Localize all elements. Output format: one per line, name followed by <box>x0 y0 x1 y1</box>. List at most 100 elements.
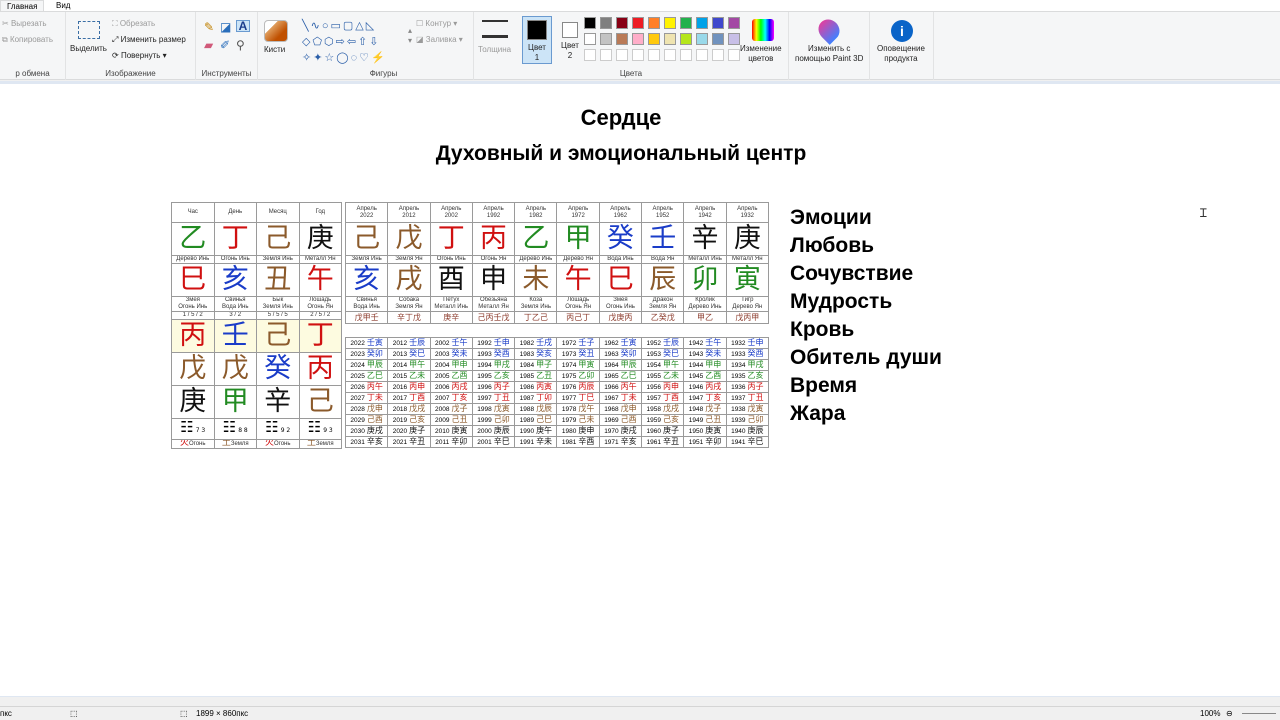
year-cycle-cell: 1988 戊辰 <box>514 403 558 415</box>
palette-swatch[interactable] <box>680 33 692 45</box>
palette-empty-swatch[interactable] <box>584 49 596 61</box>
palette-empty-swatch[interactable] <box>680 49 692 61</box>
month-label: Апрель <box>567 205 589 212</box>
palette-swatch[interactable] <box>664 17 676 29</box>
fill-label: Заливка <box>425 35 457 44</box>
select-button[interactable]: Выделить <box>70 44 107 54</box>
glyph-cell: 午 <box>556 263 600 297</box>
palette-swatch[interactable] <box>632 17 644 29</box>
fill-bucket-icon[interactable]: ◪ <box>220 21 231 33</box>
shapes-gallery[interactable]: ╲∿○▭▢△◺ ◇⬠⬡⇨⇦⇧⇩ ✧✦☆◯◌♡⚡ <box>302 18 406 66</box>
cycle-year: 2027 <box>350 395 365 402</box>
zoom-slider[interactable] <box>1242 713 1276 714</box>
year-cycle-cell: 2022 壬寅 <box>344 337 389 349</box>
year-cycle-cell: 2019 己亥 <box>387 414 431 426</box>
glyph-cell: 乙 <box>514 222 558 256</box>
product-alert-button[interactable]: Оповещение продукта <box>877 44 925 64</box>
year-cycle-cell: 1936 丙子 <box>725 381 769 393</box>
element-name: Огонь <box>274 441 291 447</box>
cycle-pillar: 辛丑 <box>409 437 426 447</box>
drawing-canvas[interactable]: Сердце Духовный и эмоциональный центр Ча… <box>0 84 1280 696</box>
cycle-year: 1980 <box>561 428 577 435</box>
palette-swatch[interactable] <box>632 33 644 45</box>
trigram-numbers: 7 3 <box>195 427 206 434</box>
natal-chart: Час День Месяц Год 乙丁己庚 Дерево Инь Огонь Инь Зе… <box>171 202 342 449</box>
color2-swatch <box>562 22 578 38</box>
chart-cell: Земля Ян <box>387 255 431 264</box>
palette-swatch[interactable] <box>648 33 660 45</box>
size-button[interactable]: Толщина <box>478 45 511 55</box>
eraser-icon[interactable]: ▰ <box>204 39 213 51</box>
color-picker-icon[interactable]: ✐ <box>220 39 230 51</box>
text-tool-icon[interactable]: A <box>236 20 250 32</box>
palette-swatch[interactable] <box>728 33 740 45</box>
palette-empty-swatch[interactable] <box>632 49 644 61</box>
palette-swatch[interactable] <box>584 33 596 45</box>
branch-animal: Петух <box>443 297 460 304</box>
paint3d-button[interactable]: Изменить с помощью Paint 3D <box>795 44 863 64</box>
shapes-scroll[interactable]: ▴ ▾ <box>408 26 412 46</box>
tab-home[interactable]: Главная <box>0 0 45 11</box>
trigram-cell: ☷ 7 3 <box>171 418 215 440</box>
palette-empty-swatch[interactable] <box>600 49 612 61</box>
palette-empty-swatch[interactable] <box>728 49 740 61</box>
palette-swatch[interactable] <box>584 17 596 29</box>
cycle-year: 1998 <box>477 406 492 413</box>
palette-swatch[interactable] <box>696 33 708 45</box>
cycle-pillar: 乙巳 <box>366 371 383 381</box>
cycle-pillar: 乙卯 <box>578 371 595 381</box>
year-cycle-cell: 1997 丁丑 <box>471 392 516 404</box>
cycle-pillar: 丁丑 <box>493 393 510 403</box>
color2-selector[interactable]: Цвет 2 <box>556 16 584 64</box>
palette-swatch[interactable] <box>616 17 628 29</box>
palette-swatch[interactable] <box>648 17 660 29</box>
palette-empty-swatch[interactable] <box>696 49 708 61</box>
palette-empty-swatch[interactable] <box>616 49 628 61</box>
palette-empty-swatch[interactable] <box>712 49 724 61</box>
palette-swatch[interactable] <box>616 33 628 45</box>
outline-button[interactable]: ☐ Контур ▾ <box>416 19 457 29</box>
cycle-pillar: 丙辰 <box>578 382 595 392</box>
zoom-out-button[interactable]: ⊖ <box>1226 709 1233 718</box>
cycle-year: 1960 <box>646 428 661 435</box>
element-name: Земля <box>230 441 249 447</box>
palette-empty-swatch[interactable] <box>664 49 676 61</box>
outline-label: Контур <box>425 19 452 28</box>
palette-swatch[interactable] <box>664 33 676 45</box>
chart-cell: 戊庚丙 <box>598 311 643 324</box>
palette-swatch[interactable] <box>680 17 692 29</box>
cycle-year: 1942 <box>688 340 704 347</box>
cycle-year: 1984 <box>519 362 535 369</box>
palette-swatch[interactable] <box>600 17 612 29</box>
year-cycle-table: 2022 壬寅 2012 壬辰 2002 壬午 1992 壬申 1982 壬戌 1972 壬子 1962… <box>344 337 769 448</box>
edit-colors-button[interactable]: Изменение цветов <box>740 44 782 64</box>
branch-element: Вода Инь <box>353 304 380 310</box>
hidden-stem-row: 丙壬己丁 <box>171 319 342 353</box>
year-cycle-row: 2030 庚戌 2020 庚子 2010 庚寅 2000 庚辰 1990 庚午 1980 庚申 1970… <box>344 425 769 437</box>
palette-swatch[interactable] <box>712 17 724 29</box>
pencil-icon[interactable]: ✎ <box>204 21 214 33</box>
crop-button[interactable]: ⛶ Обрезать <box>112 19 155 29</box>
branch-animal: Кролик <box>695 297 715 304</box>
resize-button[interactable]: ⤢ Изменить размер <box>112 35 186 45</box>
palette-swatch[interactable] <box>696 17 708 29</box>
palette-empty-swatch[interactable] <box>648 49 660 61</box>
palette-swatch[interactable] <box>712 33 724 45</box>
trigram-icon: ☷ <box>307 418 322 436</box>
copy-button[interactable]: ⧉ Копировать <box>2 35 53 45</box>
glyph-cell: 丁 <box>213 222 257 256</box>
magnifier-icon[interactable]: ⚲ <box>236 39 245 51</box>
palette-swatch[interactable] <box>728 17 740 29</box>
cut-button[interactable]: ✂ Вырезать <box>2 19 47 29</box>
paint3d-l2: помощью Paint 3D <box>795 54 864 63</box>
rotate-button[interactable]: ⟳ Повернуть ▾ <box>112 51 167 61</box>
year-cycle-cell: 2013 癸巳 <box>387 348 431 360</box>
palette-swatch[interactable] <box>600 33 612 45</box>
fill-button[interactable]: ◪ Заливка ▾ <box>416 35 463 45</box>
cycle-year: 2013 <box>392 351 408 358</box>
tab-view[interactable]: Вид <box>50 0 76 11</box>
brushes-button[interactable]: Кисти <box>264 45 285 55</box>
color2-label-l1: Цвет <box>561 41 579 50</box>
cycle-year: 1938 <box>731 406 746 413</box>
color1-selector[interactable]: Цвет 1 <box>522 16 552 64</box>
